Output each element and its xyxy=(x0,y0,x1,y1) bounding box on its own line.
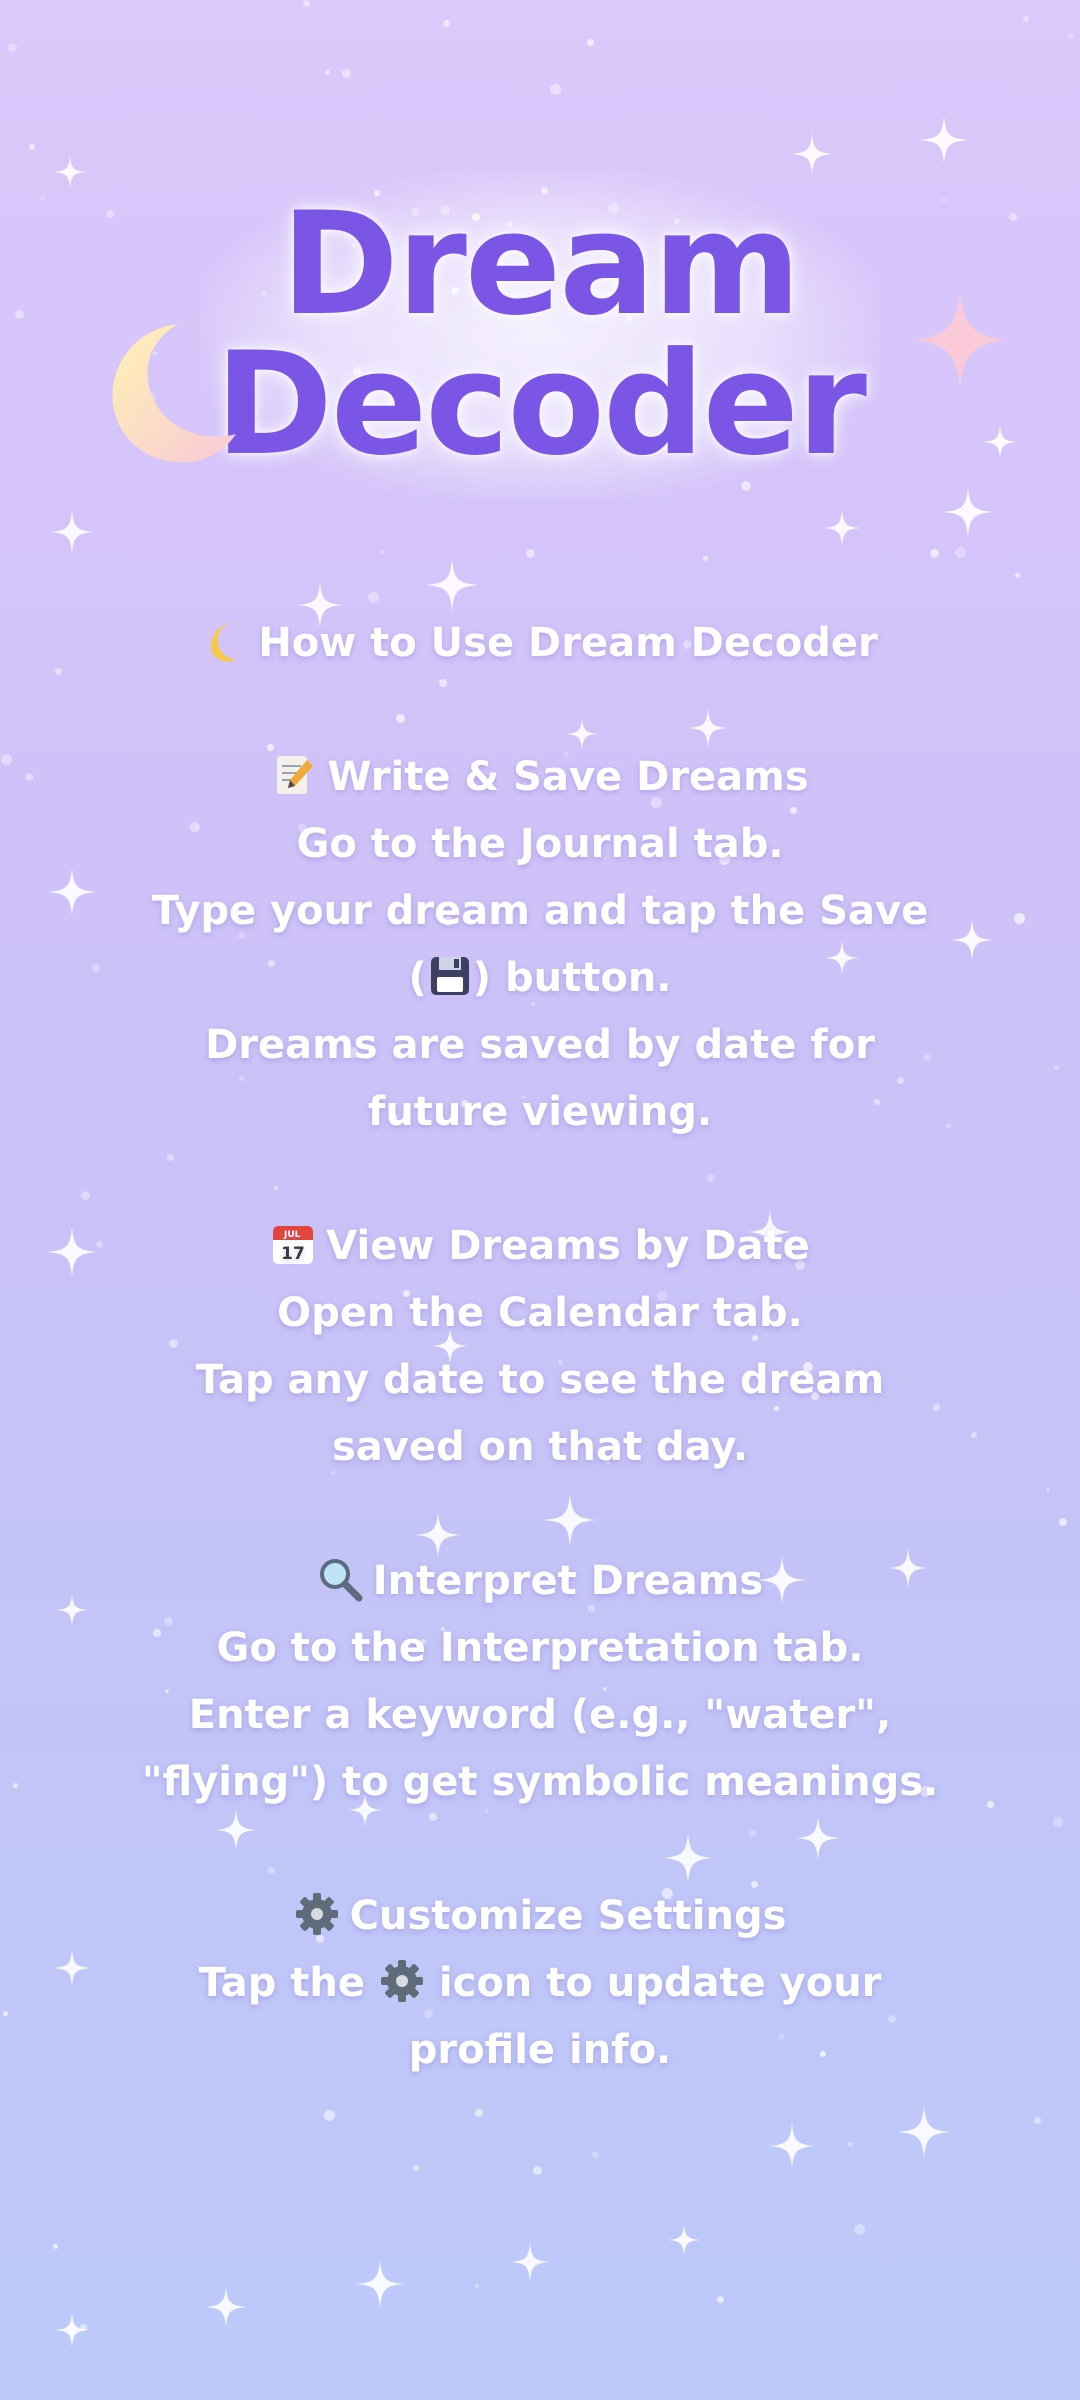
sparkle-icon xyxy=(205,2286,247,2328)
sparkle-icon xyxy=(897,2105,951,2159)
star-dot xyxy=(1015,573,1020,578)
sparkle-icon xyxy=(53,155,87,189)
star-dot xyxy=(930,549,939,558)
guide-heading-text: How to Use Dream Decoder xyxy=(258,620,878,666)
calendar-month: JUL xyxy=(283,1230,301,1240)
star-dot xyxy=(592,2151,599,2158)
sparkle-icon xyxy=(54,2312,90,2348)
star-dot xyxy=(526,549,535,558)
section-line: saved on that day. xyxy=(331,1424,749,1470)
sparkle-icon xyxy=(355,2259,405,2309)
star-dot xyxy=(380,550,384,554)
star-dot xyxy=(703,556,708,561)
star-dot xyxy=(324,2110,335,2121)
section-line-with-icon: Tap the icon to update your xyxy=(198,1960,882,2006)
how-to-guide: How to Use Dream Decoder Write & Save Dr… xyxy=(60,610,1020,2084)
crescent-moon-icon xyxy=(211,622,237,662)
star-dot xyxy=(475,2284,479,2288)
memo-icon xyxy=(277,756,314,794)
star-dot xyxy=(13,1783,18,1788)
section-line: Enter a keyword (e.g., "water", xyxy=(188,1692,892,1738)
sparkle-icon xyxy=(510,2242,550,2282)
star-dot xyxy=(1046,1488,1050,1492)
section-line: Type your dream and tap the Save xyxy=(151,888,929,934)
calendar-icon: JUL 17 xyxy=(273,1226,314,1264)
star-dot xyxy=(1053,1817,1063,1827)
section-line: "flying") to get symbolic meanings. xyxy=(141,1759,939,1805)
section-title-view-by-date: JUL 17 View Dreams by Date xyxy=(60,1213,1020,1280)
sparkle-icon xyxy=(919,115,969,165)
star-dot xyxy=(1023,16,1029,22)
pink-star-icon xyxy=(914,294,1006,386)
star-dot xyxy=(1054,1065,1059,1070)
star-dot xyxy=(303,0,310,7)
section-line: Go to the Interpretation tab. xyxy=(216,1625,864,1671)
star-dot xyxy=(342,69,351,78)
star-dot xyxy=(717,2296,724,2303)
star-dot xyxy=(325,70,330,75)
star-dot xyxy=(1034,2117,1041,2124)
star-dot xyxy=(475,2109,483,2117)
section-title-interpret: Interpret Dreams xyxy=(60,1548,1020,1615)
star-dot xyxy=(1059,1518,1067,1526)
section-title-write-save: Write & Save Dreams xyxy=(60,744,1020,811)
sparkle-icon xyxy=(667,2223,701,2257)
gear-icon xyxy=(380,1960,423,2002)
star-dot xyxy=(53,2244,58,2249)
star-dot xyxy=(854,2224,865,2235)
star-dot xyxy=(8,43,17,52)
moon-illustration-icon xyxy=(112,324,236,463)
star-dot xyxy=(1068,33,1074,39)
section-line: Go to the Journal tab. xyxy=(296,821,784,867)
section-line: future viewing. xyxy=(367,1089,713,1135)
sparkle-icon xyxy=(791,133,833,175)
star-dot xyxy=(80,2324,87,2331)
star-dot xyxy=(533,2166,542,2175)
star-dot xyxy=(550,84,561,95)
calendar-day: 17 xyxy=(281,1244,305,1264)
star-dot xyxy=(848,2142,853,2147)
star-dot xyxy=(587,39,594,46)
section-line: Tap any date to see the dream xyxy=(195,1357,885,1403)
gear-icon xyxy=(295,1893,338,1935)
star-dot xyxy=(25,773,33,781)
sparkle-icon xyxy=(50,510,94,554)
sparkle-icon xyxy=(769,2123,815,2169)
star-dot xyxy=(443,20,450,27)
section-line: profile info. xyxy=(408,2027,672,2073)
star-dot xyxy=(1,754,12,765)
magnifier-icon xyxy=(319,1559,363,1602)
section-line: Dreams are saved by date for xyxy=(205,1022,875,1068)
star-dot xyxy=(368,592,379,603)
star-dot xyxy=(3,2011,8,2016)
section-title-settings: Customize Settings xyxy=(60,1883,1020,1950)
star-dot xyxy=(413,2165,419,2171)
sparkle-icon xyxy=(942,486,994,538)
section-line-with-icon: ( ) button. xyxy=(408,955,672,1001)
star-dot xyxy=(955,547,966,558)
sparkle-icon xyxy=(425,558,479,612)
guide-heading: How to Use Dream Decoder xyxy=(60,610,1020,677)
sparkle-icon xyxy=(823,509,861,547)
star-dot xyxy=(29,144,35,150)
section-line: Open the Calendar tab. xyxy=(277,1290,803,1336)
floppy-disk-icon xyxy=(430,957,469,995)
